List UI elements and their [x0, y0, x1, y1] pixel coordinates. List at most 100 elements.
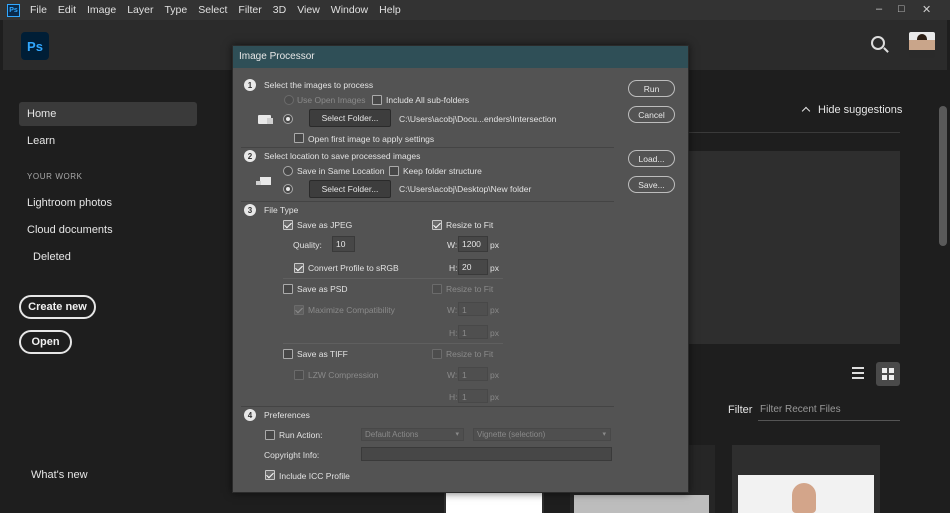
step-3-heading: File Type — [264, 205, 299, 215]
hide-suggestions-label: Hide suggestions — [818, 104, 903, 116]
lzw-compression-checkbox[interactable] — [294, 370, 304, 380]
menu-3d[interactable]: 3D — [273, 4, 286, 16]
action-set-select[interactable]: Default Actions ▾ — [361, 428, 464, 441]
convert-srgb-checkbox[interactable] — [294, 263, 304, 273]
sidebar-item-deleted[interactable]: Deleted — [33, 251, 71, 263]
image-processor-dialog: Image Processor 1 Select the images to p… — [232, 45, 689, 493]
destination-select-folder-button[interactable]: Select Folder... — [309, 180, 391, 198]
source-folder-path: C:\Users\acobj\Docu...enders\Intersectio… — [399, 114, 557, 124]
jpeg-resize-label: Resize to Fit — [446, 220, 494, 230]
tiff-resize-checkbox[interactable] — [432, 349, 442, 359]
run-button[interactable]: Run — [628, 80, 675, 97]
list-view-icon[interactable] — [852, 367, 864, 379]
dialog-title: Image Processor — [233, 46, 688, 68]
menu-file[interactable]: File — [30, 4, 47, 16]
divider — [241, 147, 614, 148]
minimize-icon[interactable]: – — [876, 3, 882, 15]
menu-help[interactable]: Help — [379, 4, 401, 16]
use-open-images-radio[interactable] — [284, 95, 294, 105]
jpeg-resize-checkbox[interactable] — [432, 220, 442, 230]
source-folder-radio[interactable] — [283, 114, 293, 124]
psd-width-label: W: — [447, 305, 458, 315]
jpeg-height-label: H: — [449, 263, 458, 273]
sidebar-item-home[interactable]: Home — [19, 102, 197, 126]
jpeg-width-label: W: — [447, 240, 458, 250]
run-action-checkbox[interactable] — [265, 430, 275, 440]
convert-srgb-label: Convert Profile to sRGB — [308, 263, 399, 273]
psd-height-unit: px — [490, 328, 499, 338]
sidebar-item-learn[interactable]: Learn — [27, 135, 55, 147]
chevron-down-icon: ▾ — [602, 431, 606, 438]
destination-folder-radio[interactable] — [283, 184, 293, 194]
quality-label: Quality: — [293, 240, 322, 250]
psd-width-input[interactable]: 1 — [458, 302, 488, 316]
save-as-jpeg-checkbox[interactable] — [283, 220, 293, 230]
maximize-icon[interactable]: □ — [898, 3, 905, 15]
hide-suggestions-button[interactable]: Hide suggestions — [801, 104, 903, 116]
tiff-height-input[interactable]: 1 — [458, 389, 488, 403]
sidebar-item-cloud-documents[interactable]: Cloud documents — [27, 224, 113, 236]
jpeg-height-input[interactable]: 20 — [458, 259, 488, 275]
create-new-button[interactable]: Create new — [19, 295, 96, 319]
avatar[interactable] — [909, 32, 935, 58]
open-first-image-checkbox[interactable] — [294, 133, 304, 143]
menu-type[interactable]: Type — [164, 4, 187, 16]
save-as-psd-checkbox[interactable] — [283, 284, 293, 294]
action-select[interactable]: Vignette (selection) ▾ — [473, 428, 611, 441]
menu-image[interactable]: Image — [87, 4, 116, 16]
save-as-tiff-label: Save as TIFF — [297, 349, 348, 359]
close-icon[interactable]: ✕ — [922, 3, 931, 16]
action-set-value: Default Actions — [365, 430, 419, 439]
psd-resize-checkbox[interactable] — [432, 284, 442, 294]
divider — [283, 343, 503, 344]
open-button[interactable]: Open — [19, 330, 72, 354]
tiff-height-label: H: — [449, 392, 458, 402]
load-button[interactable]: Load... — [628, 150, 675, 167]
psd-height-input[interactable]: 1 — [458, 325, 488, 339]
step-1-badge: 1 — [244, 79, 256, 91]
action-value: Vignette (selection) — [477, 430, 546, 439]
same-location-label: Save in Same Location — [297, 166, 385, 176]
psd-width-unit: px — [490, 305, 499, 315]
keep-folder-structure-checkbox[interactable] — [389, 166, 399, 176]
menu-window[interactable]: Window — [331, 4, 368, 16]
tiff-height-unit: px — [490, 392, 499, 402]
menu-filter[interactable]: Filter — [238, 4, 261, 16]
include-icc-checkbox[interactable] — [265, 470, 275, 480]
jpeg-quality-input[interactable]: 10 — [332, 236, 355, 252]
save-as-psd-label: Save as PSD — [297, 284, 348, 294]
cancel-button[interactable]: Cancel — [628, 106, 675, 123]
filter-label: Filter — [728, 404, 753, 416]
divider — [241, 201, 614, 202]
menu-layer[interactable]: Layer — [127, 4, 153, 16]
tiff-width-input[interactable]: 1 — [458, 367, 488, 381]
recent-file-thumb[interactable] — [732, 445, 880, 513]
photoshop-logo[interactable]: Ps — [21, 32, 49, 60]
scrollbar[interactable] — [938, 70, 948, 513]
scrollbar-thumb[interactable] — [939, 106, 947, 246]
copyright-input[interactable] — [361, 447, 612, 461]
save-as-jpeg-label: Save as JPEG — [297, 220, 353, 230]
menu-edit[interactable]: Edit — [58, 4, 76, 16]
save-as-tiff-checkbox[interactable] — [283, 349, 293, 359]
suggestions-panel — [688, 151, 900, 344]
source-images-icon — [258, 115, 273, 124]
jpeg-width-input[interactable]: 1200 — [458, 236, 488, 252]
step-4-badge: 4 — [244, 409, 256, 421]
menu-view[interactable]: View — [297, 4, 320, 16]
psd-resize-label: Resize to Fit — [446, 284, 494, 294]
source-select-folder-button[interactable]: Select Folder... — [309, 109, 391, 127]
filter-input[interactable]: Filter Recent Files — [758, 401, 900, 421]
menu-select[interactable]: Select — [198, 4, 227, 16]
save-button[interactable]: Save... — [628, 176, 675, 193]
same-location-radio[interactable] — [283, 166, 293, 176]
step-3-badge: 3 — [244, 204, 256, 216]
sidebar-item-lightroom[interactable]: Lightroom photos — [27, 197, 112, 209]
search-icon[interactable] — [871, 36, 885, 50]
maximize-compatibility-checkbox[interactable] — [294, 305, 304, 315]
whats-new-link[interactable]: What's new — [31, 469, 88, 481]
lzw-compression-label: LZW Compression — [308, 370, 379, 380]
include-subfolders-checkbox[interactable] — [372, 95, 382, 105]
grid-view-icon[interactable] — [876, 362, 900, 386]
photoshop-app-icon: Ps — [7, 3, 20, 17]
